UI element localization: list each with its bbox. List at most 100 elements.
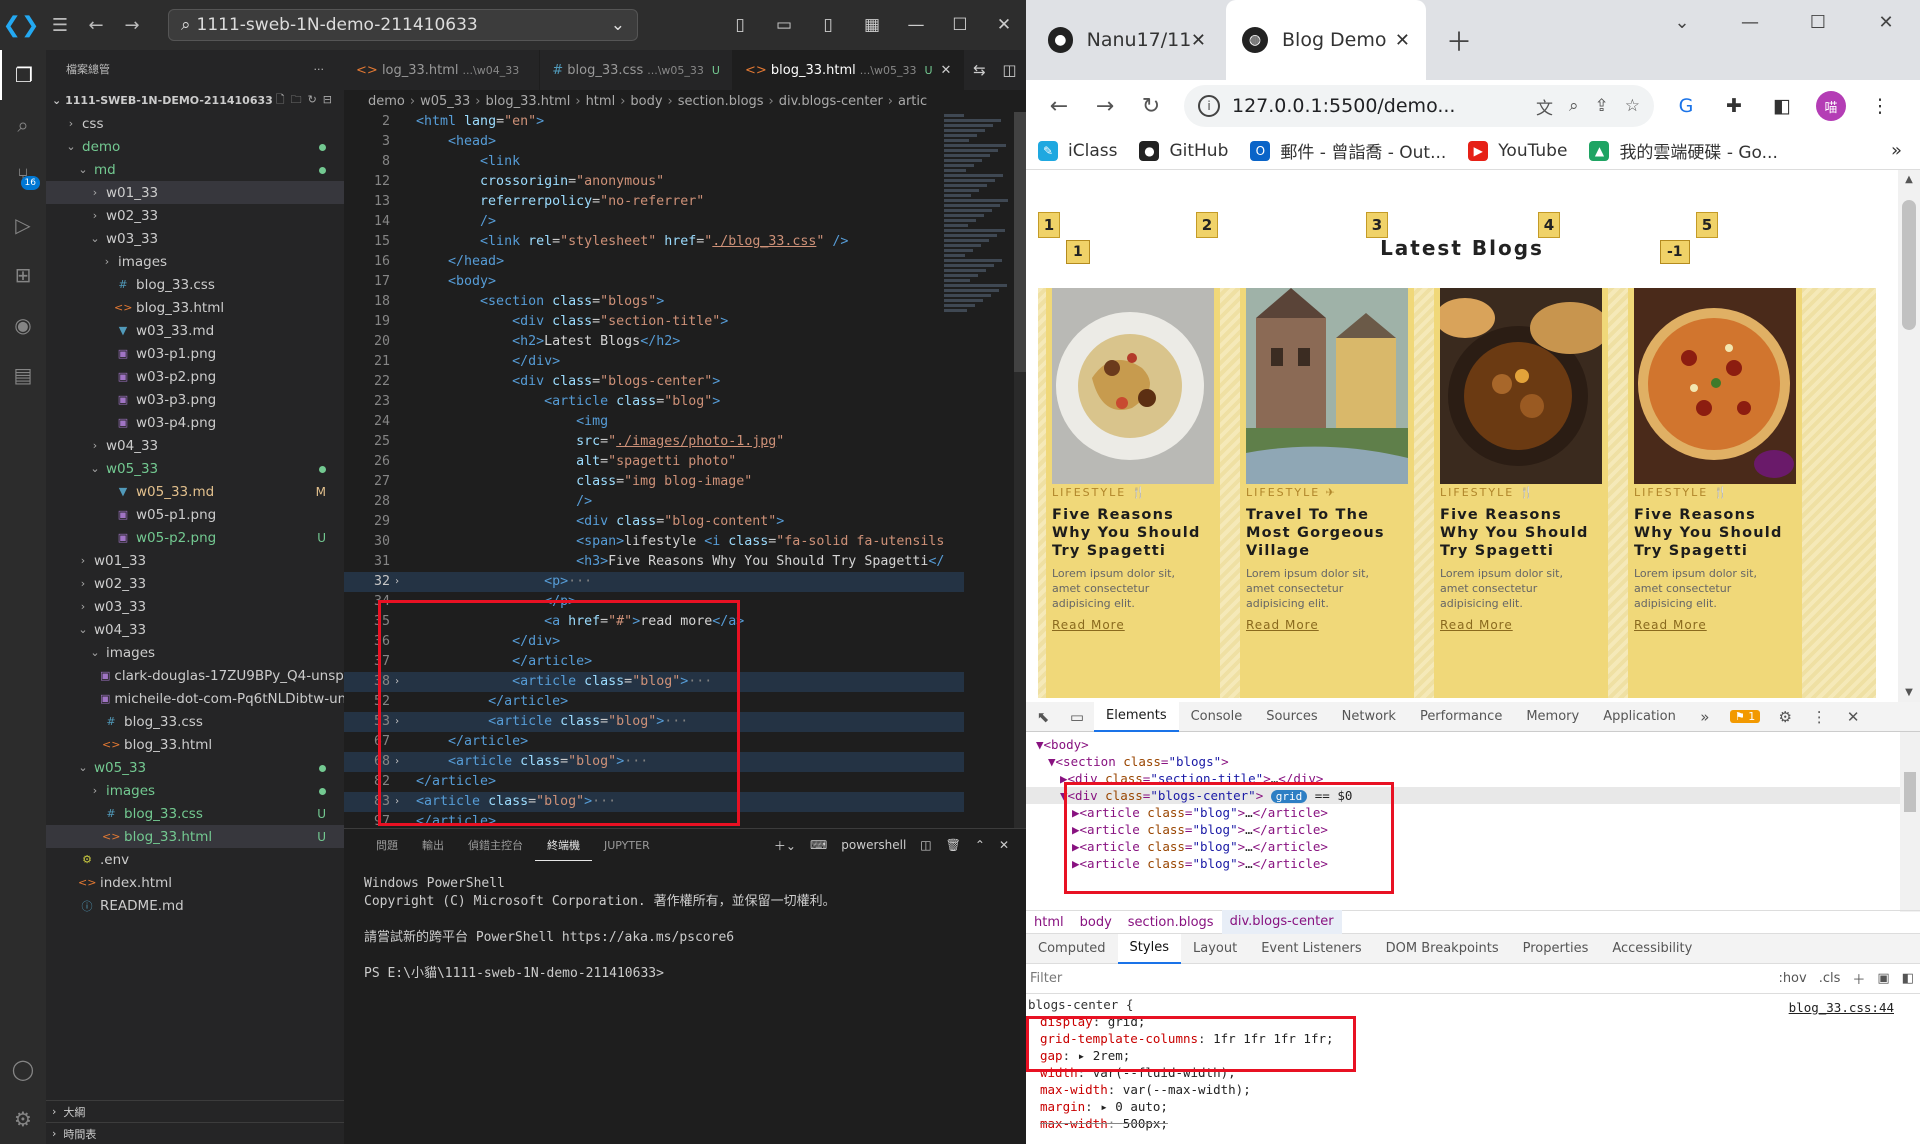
trash-icon[interactable]: 🗑 — [939, 838, 968, 852]
source-control-icon[interactable]: ⑂ 16 — [0, 150, 46, 200]
bookmark-item[interactable]: ▶ YouTube — [1468, 138, 1567, 163]
terminal-shell-label[interactable]: powershell — [834, 838, 913, 852]
chevron-up-icon[interactable]: ⌃ — [968, 838, 992, 852]
timeline-section[interactable]: › 時間表 — [46, 1122, 344, 1144]
avatar[interactable]: 喵 — [1816, 91, 1846, 121]
editor-tab[interactable]: # blog_33.css ...\w05_33 U — [540, 50, 733, 90]
tree-item-blog-33-html[interactable]: <> blog_33.html — [46, 296, 344, 319]
code-line[interactable]: 20 <h2>Latest Blogs</h2> — [344, 332, 964, 352]
run-debug-icon[interactable]: ▷ — [0, 200, 46, 250]
bookmark-item[interactable]: O 郵件 - 曾詣喬 - Out... — [1250, 138, 1446, 163]
styles-subtab[interactable]: Layout — [1181, 934, 1249, 964]
split-editor-icon[interactable]: ◫ — [994, 61, 1024, 79]
code-line[interactable]: 14 /> — [344, 212, 964, 232]
paint-icon[interactable]: ▣ — [1871, 971, 1895, 986]
page-scrollbar[interactable]: ▲ ▼ — [1898, 170, 1920, 702]
toggle-secondary-sidebar-icon[interactable]: ▯ — [806, 15, 850, 35]
code-line[interactable]: 32 › <p>··· — [344, 572, 964, 592]
more-actions-icon[interactable]: ··· — [314, 63, 325, 76]
device-toolbar-icon[interactable]: ▭ — [1060, 708, 1094, 726]
read-more-link[interactable]: Read More — [1052, 618, 1125, 632]
tree-item-images[interactable]: › images — [46, 779, 344, 802]
editor-tab[interactable]: <> log_33.html ...\w04_33 — [344, 50, 541, 90]
css-declaration[interactable]: max-width: 500px; — [1026, 1115, 1920, 1132]
tree-item-w03-p2-png[interactable]: ▣ w03-p2.png — [46, 365, 344, 388]
tree-item-w03-33-md[interactable]: ▼ w03_33.md — [46, 319, 344, 342]
tree-item-w03-p3-png[interactable]: ▣ w03-p3.png — [46, 388, 344, 411]
bookmark-item[interactable]: ▲ 我的雲端硬碟 - Go... — [1589, 138, 1778, 163]
tree-item--env[interactable]: ⚙ .env — [46, 848, 344, 871]
code-line[interactable]: 27 class="img blog-image" — [344, 472, 964, 492]
customize-layout-icon[interactable]: ▦ — [850, 15, 894, 35]
split-terminal-icon[interactable]: ◫ — [913, 838, 938, 852]
panel-tab[interactable]: JUPYTER — [592, 829, 662, 861]
code-line[interactable]: 3 <head> — [344, 132, 964, 152]
close-icon[interactable]: ✕ — [1852, 0, 1920, 46]
extensions-puzzle-icon[interactable]: ✚ — [1710, 95, 1758, 117]
terminal-output[interactable]: Windows PowerShell Copyright (C) Microsof… — [344, 861, 1026, 997]
styles-subtab[interactable]: Properties — [1511, 934, 1601, 964]
panel-tab[interactable]: 問題 — [364, 829, 410, 861]
dom-breadcrumb-item[interactable]: section.blogs — [1120, 915, 1222, 930]
filter-placeholder[interactable]: Filter — [1026, 971, 1062, 986]
notebook-icon[interactable]: ▤ — [0, 350, 46, 400]
close-panel-icon[interactable]: ✕ — [992, 838, 1016, 852]
styles-subtab[interactable]: DOM Breakpoints — [1374, 934, 1511, 964]
styles-subtab[interactable]: Accessibility — [1600, 934, 1704, 964]
toggle-panel-icon[interactable]: ▭ — [762, 15, 806, 35]
code-line[interactable]: 13 referrerpolicy="no-referrer" — [344, 192, 964, 212]
maximize-icon[interactable]: ☐ — [1784, 0, 1852, 46]
toggle-sidebar-icon[interactable]: ▯ — [718, 15, 762, 35]
project-root[interactable]: ⌄ 1111-SWEB-1N-DEMO-211410633 🗋🗀↻⊟ — [46, 88, 344, 112]
tree-item-w03-p1-png[interactable]: ▣ w03-p1.png — [46, 342, 344, 365]
new-terminal-icon[interactable]: ＋⌄ — [767, 837, 803, 854]
forward-arrow-icon[interactable]: → — [114, 15, 150, 36]
gear-icon[interactable]: ⚙ — [0, 1094, 46, 1144]
code-line[interactable]: 15 <link rel="stylesheet" href="./blog_3… — [344, 232, 964, 252]
chrome-tab-github[interactable]: ● Nanu17/1111-sw ✕ — [1032, 0, 1222, 80]
read-more-link[interactable]: Read More — [1634, 618, 1707, 632]
issues-badge[interactable]: ⚑ 1 — [1729, 710, 1761, 723]
code-line[interactable]: 16 </head> — [344, 252, 964, 272]
code-line[interactable]: 23 <article class="blog"> — [344, 392, 964, 412]
tree-item-blog-33-css[interactable]: # blog_33.css U — [46, 802, 344, 825]
tree-item-blog-33-html[interactable]: <> blog_33.html — [46, 733, 344, 756]
tree-item-blog-33-html[interactable]: <> blog_33.html U — [46, 825, 344, 848]
side-panel-icon[interactable]: ◧ — [1758, 95, 1806, 117]
styles-subtab[interactable]: Computed — [1026, 934, 1118, 964]
breadcrumb-item[interactable]: html — [586, 94, 616, 109]
read-more-link[interactable]: Read More — [1440, 618, 1513, 632]
inspect-element-icon[interactable]: ⬉ — [1026, 708, 1060, 726]
reload-icon[interactable]: ↻ — [1128, 94, 1174, 119]
code-line[interactable]: 25 src="./images/photo-1.jpg" — [344, 432, 964, 452]
share-icon[interactable]: ⇪ — [1579, 96, 1609, 116]
dom-node[interactable]: ▼<section class="blogs"> — [1026, 753, 1920, 770]
tree-item-w03-33[interactable]: › w03_33 — [46, 595, 344, 618]
dom-breadcrumb-item[interactable]: html — [1026, 915, 1072, 930]
chevron-down-icon[interactable]: ⌄ — [611, 15, 625, 35]
panel-tab[interactable]: 偵錯主控台 — [456, 829, 535, 861]
tree-item-md[interactable]: ⌄ md — [46, 158, 344, 181]
code-line[interactable]: 12 crossorigin="anonymous" — [344, 172, 964, 192]
dom-breadcrumb-item[interactable]: body — [1072, 915, 1120, 930]
github-icon[interactable]: ◉ — [0, 300, 46, 350]
tree-item-micheile-dot-com-pq6tnldibtw-uns-[interactable]: ▣ micheile-dot-com-Pq6tNLDibtw-uns... — [46, 687, 344, 710]
url-text[interactable]: 127.0.0.1:5500/demo... — [1232, 95, 1520, 117]
tree-item-blog-33-css[interactable]: # blog_33.css — [46, 710, 344, 733]
bookmark-star-icon[interactable]: ☆ — [1609, 96, 1640, 116]
breadcrumb-item[interactable]: blog_33.html — [486, 94, 571, 109]
account-icon[interactable]: ◯ — [0, 1044, 46, 1094]
code-line[interactable]: 21 </div> — [344, 352, 964, 372]
devtools-tab[interactable]: Elements — [1094, 701, 1179, 732]
extensions-icon[interactable]: ⊞ — [0, 250, 46, 300]
outline-section[interactable]: › 大綱 — [46, 1100, 344, 1122]
bookmark-item[interactable]: ✎ iClass — [1038, 138, 1117, 163]
minimize-icon[interactable]: — — [894, 15, 938, 35]
zoom-icon[interactable]: ⌕ — [1553, 96, 1579, 116]
breadcrumb-item[interactable]: w05_33 — [420, 94, 470, 109]
close-tab-icon[interactable]: ✕ — [1191, 30, 1206, 51]
compare-icon[interactable]: ⇆ — [964, 61, 994, 79]
tree-item-w03-p4-png[interactable]: ▣ w03-p4.png — [46, 411, 344, 434]
code-line[interactable]: 24 <img — [344, 412, 964, 432]
dom-breadcrumb-item[interactable]: div.blogs-center — [1221, 910, 1342, 934]
